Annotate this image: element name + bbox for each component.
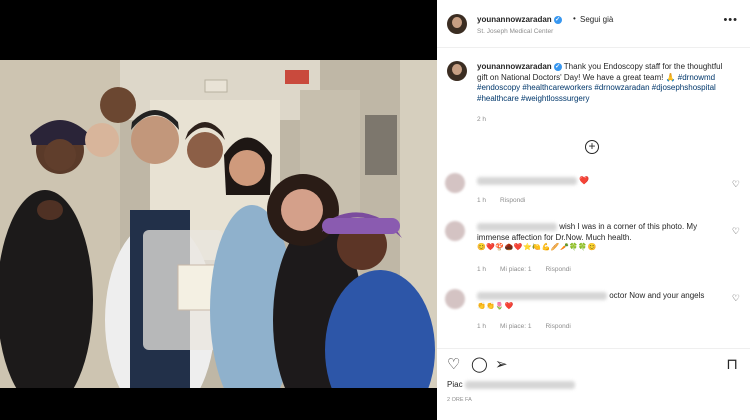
comment-meta: 1 h Mi piace: 1 Rispondi bbox=[477, 266, 585, 273]
author-avatar[interactable] bbox=[447, 14, 467, 34]
comment-text: octor Now and your angels 👏👏🌷❤️ bbox=[477, 291, 727, 312]
post-header: younannowzaradan ✓ • Segui già St. Joseph… bbox=[437, 0, 750, 48]
comment-like-icon[interactable]: ♡ bbox=[732, 293, 740, 304]
plus-circle-icon[interactable]: + bbox=[585, 140, 599, 154]
likes-prefix: Piac bbox=[447, 380, 463, 389]
comment-likes-count[interactable]: Mi piace: 1 bbox=[500, 266, 531, 273]
paper-plane-icon[interactable]: ➢ bbox=[495, 357, 508, 372]
post-sidebar: younannowzaradan ✓ • Segui già St. Joseph… bbox=[437, 0, 750, 420]
instagram-post-modal: younannowzaradan ✓ • Segui già St. Joseph… bbox=[0, 0, 750, 420]
caption-username[interactable]: younannowzaradan ✓ bbox=[477, 62, 562, 71]
post-caption: younannowzaradan ✓ Thank you Endoscopy st… bbox=[477, 62, 735, 104]
author-username[interactable]: younannowzaradan ✓ bbox=[477, 15, 562, 24]
comment-body: octor Now and your angels bbox=[609, 291, 705, 300]
comment-time: 1 h bbox=[477, 266, 487, 273]
blurred-likers bbox=[464, 380, 575, 389]
comment-emojis: 😊❤️🍄🌰❤️⭐🍋💪🥖🥕🍀🍀😊 bbox=[477, 244, 597, 251]
blurred-username bbox=[477, 222, 557, 231]
post-actions-bar: ♡ ◯ ➢ ⊓ bbox=[437, 348, 750, 378]
comment-meta: 1 h Rispondi bbox=[477, 197, 539, 204]
comment-like-icon[interactable]: ♡ bbox=[732, 226, 740, 237]
comment-like-icon[interactable]: ♡ bbox=[732, 179, 740, 190]
comment-time: 1 h bbox=[477, 323, 487, 330]
verified-badge-icon: ✓ bbox=[553, 62, 562, 71]
comment-time: 1 h bbox=[477, 197, 487, 204]
comment-bubble-icon[interactable]: ◯ bbox=[471, 357, 488, 372]
caption-age: 2 h bbox=[477, 116, 487, 123]
comment-text: wish I was in a corner of this photo. My… bbox=[477, 222, 727, 254]
comment-body: ❤️ bbox=[579, 176, 590, 185]
bookmark-icon[interactable]: ⊓ bbox=[726, 357, 738, 372]
blurred-username bbox=[477, 176, 577, 185]
post-date: 2 ORE FA bbox=[447, 397, 472, 403]
author-username-text[interactable]: younannowzaradan bbox=[477, 15, 552, 24]
verified-badge-icon: ✓ bbox=[553, 15, 562, 24]
reply-button[interactable]: Rispondi bbox=[545, 323, 570, 330]
post-location[interactable]: St. Joseph Medical Center bbox=[477, 28, 553, 35]
caption-author-avatar[interactable] bbox=[447, 61, 467, 81]
comment-text: ❤️ bbox=[477, 176, 727, 187]
separator-dot: • bbox=[573, 14, 576, 23]
likes-summary[interactable]: Piac bbox=[447, 380, 575, 389]
post-photo[interactable] bbox=[0, 60, 437, 388]
commenter-avatar[interactable] bbox=[445, 221, 465, 241]
following-button[interactable]: Segui già bbox=[580, 15, 613, 24]
comment-emojis: 👏👏🌷❤️ bbox=[477, 302, 514, 310]
reply-button[interactable]: Rispondi bbox=[545, 266, 570, 273]
post-date-text: 2 ORE FA bbox=[447, 397, 472, 403]
comment-likes-count[interactable]: Mi piace: 1 bbox=[500, 323, 531, 330]
commenter-avatar[interactable] bbox=[445, 173, 465, 193]
caption-username-text[interactable]: younannowzaradan bbox=[477, 62, 552, 71]
blurred-username bbox=[477, 291, 607, 300]
commenter-avatar[interactable] bbox=[445, 289, 465, 309]
group-photo-image bbox=[0, 60, 437, 388]
heart-outline-icon[interactable]: ♡ bbox=[447, 357, 460, 372]
comment-meta: 1 h Mi piace: 1 Rispondi bbox=[477, 323, 585, 330]
reply-button[interactable]: Rispondi bbox=[500, 197, 525, 204]
more-horizontal-icon[interactable]: ••• bbox=[723, 15, 738, 26]
